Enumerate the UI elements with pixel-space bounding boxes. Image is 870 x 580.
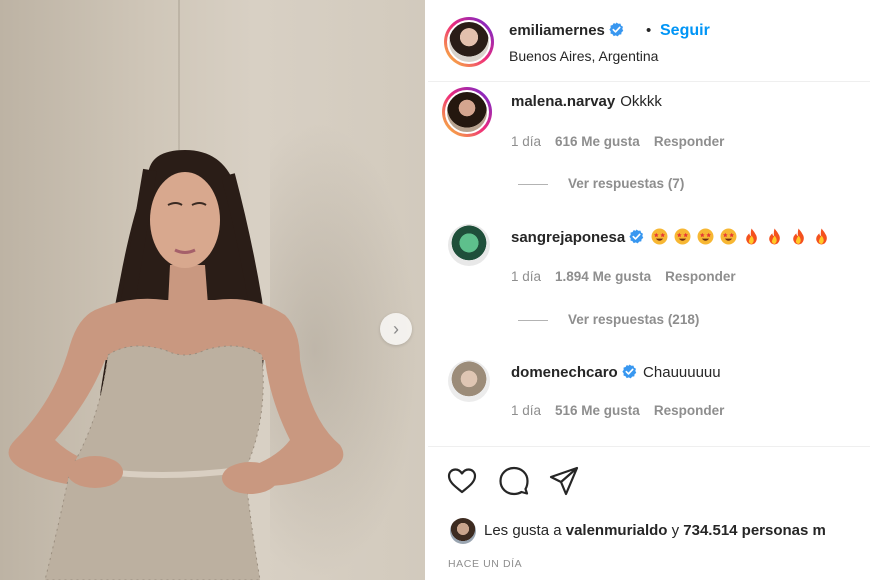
comment-header: sangrejaponesa bbox=[511, 228, 830, 246]
share-icon[interactable] bbox=[548, 465, 580, 497]
liker-avatar[interactable] bbox=[450, 518, 476, 544]
next-arrow-icon: › bbox=[393, 319, 399, 339]
commenter-avatar[interactable] bbox=[448, 224, 490, 266]
post-photo[interactable]: › bbox=[0, 0, 425, 580]
follow-button[interactable]: Seguir bbox=[660, 22, 710, 40]
verified-badge-icon bbox=[629, 229, 644, 244]
view-replies-button[interactable]: Ver respuestas (7) bbox=[518, 176, 684, 191]
replies-divider bbox=[518, 319, 548, 321]
star-struck-emoji-icon bbox=[720, 228, 737, 245]
header-separator: • bbox=[646, 22, 652, 39]
star-struck-emoji-icon bbox=[674, 228, 691, 245]
verified-badge-icon bbox=[622, 364, 637, 379]
comment-header: malena.narvay Okkkk bbox=[511, 93, 662, 110]
comment-time[interactable]: 1 día bbox=[511, 269, 541, 284]
reply-button[interactable]: Responder bbox=[665, 269, 736, 284]
heart-icon[interactable] bbox=[446, 465, 478, 497]
likes-summary: Les gusta a valenmurialdo y 734.514 pers… bbox=[484, 522, 826, 539]
fire-emoji-icon bbox=[792, 228, 804, 245]
fire-emoji-icon bbox=[815, 228, 827, 245]
comment-meta: 1 día 616 Me gusta Responder bbox=[511, 134, 738, 149]
comment-text: Chauuuuuu bbox=[643, 364, 721, 381]
reply-button[interactable]: Responder bbox=[654, 403, 725, 418]
author-username[interactable]: emiliamernes bbox=[509, 22, 605, 39]
comment-text: Okkkk bbox=[620, 93, 662, 110]
verified-badge-icon bbox=[609, 22, 624, 37]
author-avatar[interactable] bbox=[444, 17, 494, 67]
comment-likes[interactable]: 616 Me gusta bbox=[555, 134, 640, 149]
comment-emojis bbox=[649, 228, 830, 246]
commenter-username[interactable]: sangrejaponesa bbox=[511, 229, 625, 246]
post-timestamp[interactable]: HACE UN DÍA bbox=[448, 558, 522, 570]
fire-emoji-icon bbox=[769, 228, 781, 245]
post-location[interactable]: Buenos Aires, Argentina bbox=[509, 48, 658, 64]
fire-emoji-icon bbox=[746, 228, 758, 245]
comments-panel: emiliamernes • Seguir Buenos Aires, Arge… bbox=[428, 0, 870, 580]
woman-figure-illustration bbox=[8, 150, 344, 580]
comment-likes[interactable]: 516 Me gusta bbox=[555, 403, 640, 418]
comment-time[interactable]: 1 día bbox=[511, 403, 541, 418]
commenter-username[interactable]: domenechcaro bbox=[511, 364, 618, 381]
view-replies-button[interactable]: Ver respuestas (218) bbox=[518, 312, 699, 327]
commenter-avatar[interactable] bbox=[442, 87, 492, 137]
next-photo-button[interactable]: › bbox=[380, 313, 412, 345]
comment-time[interactable]: 1 día bbox=[511, 134, 541, 149]
author-username-row: emiliamernes bbox=[509, 22, 624, 39]
liker-username[interactable]: valenmurialdo bbox=[566, 522, 668, 539]
commenter-username[interactable]: malena.narvay bbox=[511, 93, 615, 110]
star-struck-emoji-icon bbox=[651, 228, 668, 245]
reply-button[interactable]: Responder bbox=[654, 134, 725, 149]
comment-icon[interactable] bbox=[498, 465, 530, 497]
likes-conjunction: y bbox=[671, 522, 680, 539]
post-header: emiliamernes • Seguir Buenos Aires, Arge… bbox=[428, 0, 870, 82]
likes-prefix: Les gusta a bbox=[484, 522, 562, 539]
comment-meta: 1 día 516 Me gusta Responder bbox=[511, 403, 738, 418]
comment-likes[interactable]: 1.894 Me gusta bbox=[555, 269, 651, 284]
commenter-avatar[interactable] bbox=[448, 360, 490, 402]
likes-count[interactable]: 734.514 personas m bbox=[683, 522, 826, 539]
view-replies-label: Ver respuestas (218) bbox=[568, 312, 700, 327]
comment-header: domenechcaro Chauuuuuu bbox=[511, 364, 721, 381]
replies-divider bbox=[518, 183, 548, 185]
star-struck-emoji-icon bbox=[697, 228, 714, 245]
post-actions: Les gusta a valenmurialdo y 734.514 pers… bbox=[428, 446, 870, 580]
view-replies-label: Ver respuestas (7) bbox=[568, 176, 685, 191]
comment-meta: 1 día 1.894 Me gusta Responder bbox=[511, 269, 750, 284]
